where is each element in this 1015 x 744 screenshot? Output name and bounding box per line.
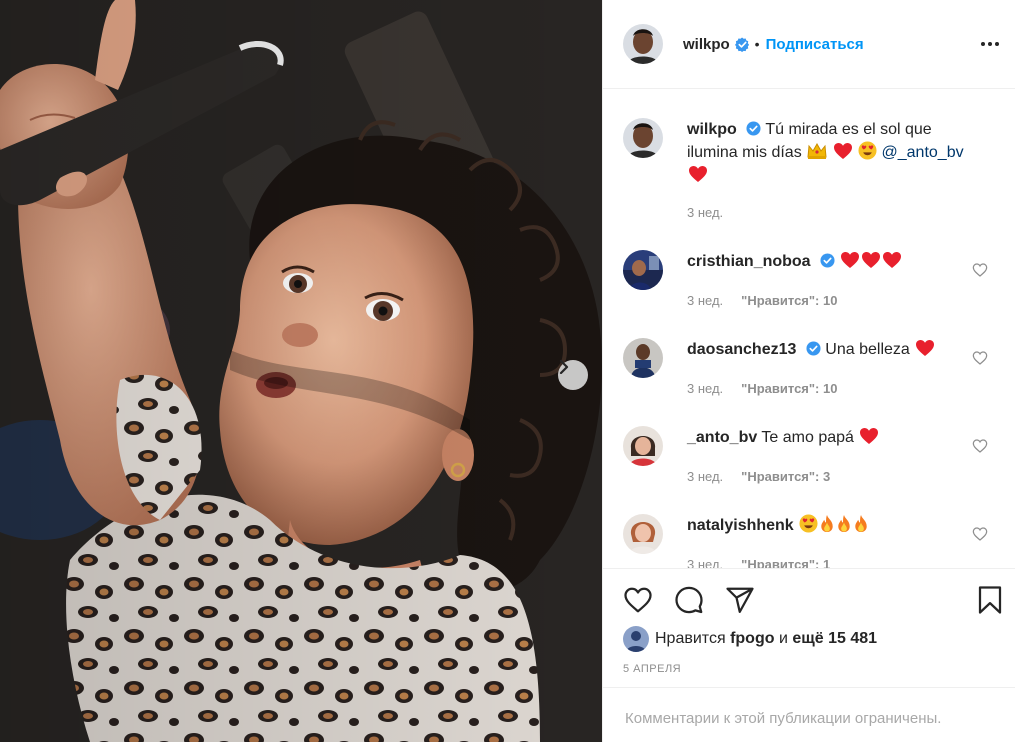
liker-avatar-image xyxy=(623,626,649,652)
comment-like-heart-icon[interactable] xyxy=(972,350,988,366)
comment-time: 3 нед. xyxy=(687,381,724,396)
comment-meta: 3 нед. "Нравится": 10 xyxy=(687,381,837,396)
verified-badge-icon xyxy=(734,36,749,52)
bookmark-icon[interactable] xyxy=(975,585,1005,615)
caption-avatar-image xyxy=(623,118,663,158)
chevron-right-icon xyxy=(559,360,569,374)
heart-emoji xyxy=(689,166,707,182)
comment-likes-count[interactable]: "Нравится": 10 xyxy=(741,293,837,308)
caption-mention-link[interactable]: @_anto_bv xyxy=(882,144,964,161)
comment-username[interactable]: _anto_bv xyxy=(687,429,757,446)
comment-like-heart-icon[interactable] xyxy=(972,526,988,542)
comment-likes-count[interactable]: "Нравится": 10 xyxy=(741,381,837,396)
heart-emoji xyxy=(841,252,860,268)
liker-avatar[interactable] xyxy=(623,626,649,652)
fire-emoji xyxy=(821,514,833,533)
comment-body: natalyishhenk xyxy=(687,514,977,537)
commenter-avatar[interactable] xyxy=(623,514,663,554)
likes-and: и xyxy=(778,630,788,647)
liker-username[interactable]: fpogo xyxy=(730,630,774,648)
comments-restricted-notice: Комментарии к этой публикации ограничены… xyxy=(603,687,1015,744)
comment-like-heart-icon[interactable] xyxy=(972,262,988,278)
fire-emoji xyxy=(855,514,867,533)
caption-username[interactable]: wilkpo xyxy=(687,121,737,138)
post-photo[interactable] xyxy=(0,0,602,742)
comments-list[interactable]: wilkpo Tú mirada es el sol que ilumina m… xyxy=(603,90,1015,568)
post-date[interactable]: 5 апреля xyxy=(623,663,681,675)
post-actions-section: Нравится fpogo и ещё 15 481 5 апреля Ком… xyxy=(603,568,1015,743)
comment-time: 3 нед. xyxy=(687,557,724,568)
comment-item: cristhian_noboa 3 нед. "Нравится": 10 xyxy=(623,250,1008,320)
comment-text: Te amo papá xyxy=(761,429,854,446)
comment-body: cristhian_noboa xyxy=(687,250,977,273)
verified-badge-icon xyxy=(746,121,761,136)
heart-emoji xyxy=(862,252,881,268)
commenter-avatar-image xyxy=(623,426,663,466)
comment-meta: 3 нед. "Нравится": 3 xyxy=(687,469,830,484)
comment-username[interactable]: daosanchez13 xyxy=(687,341,796,358)
comment-username[interactable]: natalyishhenk xyxy=(687,517,794,534)
verified-badge-icon xyxy=(806,341,821,356)
comment-time: 3 нед. xyxy=(687,469,724,484)
post-header: wilkpo • Подписаться xyxy=(603,0,1015,89)
caption-body: wilkpo Tú mirada es el sol que ilumina m… xyxy=(687,118,977,187)
crown-emoji xyxy=(807,142,827,159)
comment-likes-count[interactable]: "Нравится": 1 xyxy=(741,557,830,568)
heart-emoji xyxy=(883,252,902,268)
heart-eyes-emoji xyxy=(858,141,877,160)
heart-emoji xyxy=(860,428,879,444)
more-options-icon[interactable] xyxy=(979,33,1001,55)
commenter-avatar[interactable] xyxy=(623,426,663,466)
comment-text: Una belleza xyxy=(825,341,910,358)
baby-photo-illustration xyxy=(0,0,602,742)
author-avatar-image xyxy=(623,24,663,64)
fire-emoji xyxy=(838,514,850,533)
next-photo-button[interactable] xyxy=(558,360,588,390)
author-avatar[interactable] xyxy=(623,24,663,64)
instagram-post: wilkpo • Подписаться wilkpo Tú mirada es… xyxy=(0,0,1015,742)
comment-username[interactable]: cristhian_noboa xyxy=(687,253,811,270)
commenter-avatar-image xyxy=(623,338,663,378)
share-icon[interactable] xyxy=(725,585,755,615)
caption-author-avatar[interactable] xyxy=(623,118,663,158)
comment-item: natalyishhenk 3 нед. "Нравится": 1 xyxy=(623,514,1008,568)
heart-emoji xyxy=(916,340,935,356)
likes-prefix: Нравится xyxy=(655,630,726,647)
commenter-avatar-image xyxy=(623,514,663,554)
commenter-avatar[interactable] xyxy=(623,250,663,290)
caption: wilkpo Tú mirada es el sol que ilumina m… xyxy=(623,118,1008,228)
comment-time: 3 нед. xyxy=(687,293,724,308)
heart-icon[interactable] xyxy=(623,585,653,615)
likes-summary: Нравится fpogo и ещё 15 481 xyxy=(623,626,877,652)
follow-button[interactable]: Подписаться xyxy=(766,36,864,53)
comment-icon[interactable] xyxy=(674,585,704,615)
likes-count[interactable]: ещё 15 481 xyxy=(792,630,877,648)
commenter-avatar[interactable] xyxy=(623,338,663,378)
comment-body: _anto_bv Te amo papá xyxy=(687,426,977,449)
comment-item: _anto_bv Te amo papá 3 нед. "Нравится": 3 xyxy=(623,426,1008,496)
commenter-avatar-image xyxy=(623,250,663,290)
caption-meta: 3 нед. xyxy=(687,205,723,220)
post-side-panel: wilkpo • Подписаться wilkpo Tú mirada es… xyxy=(602,0,1015,742)
comment-meta: 3 нед. "Нравится": 1 xyxy=(687,557,830,568)
verified-badge-icon xyxy=(820,253,835,268)
comment-meta: 3 нед. "Нравится": 10 xyxy=(687,293,837,308)
heart-eyes-emoji xyxy=(799,514,818,533)
separator-dot: • xyxy=(754,36,760,52)
author-username[interactable]: wilkpo xyxy=(683,36,730,53)
comment-item: daosanchez13 Una belleza 3 нед. "Нравится… xyxy=(623,338,1008,408)
comment-like-heart-icon[interactable] xyxy=(972,438,988,454)
comment-body: daosanchez13 Una belleza xyxy=(687,338,977,361)
caption-time: 3 нед. xyxy=(687,205,724,220)
comment-likes-count[interactable]: "Нравится": 3 xyxy=(741,469,830,484)
heart-emoji xyxy=(833,143,852,159)
